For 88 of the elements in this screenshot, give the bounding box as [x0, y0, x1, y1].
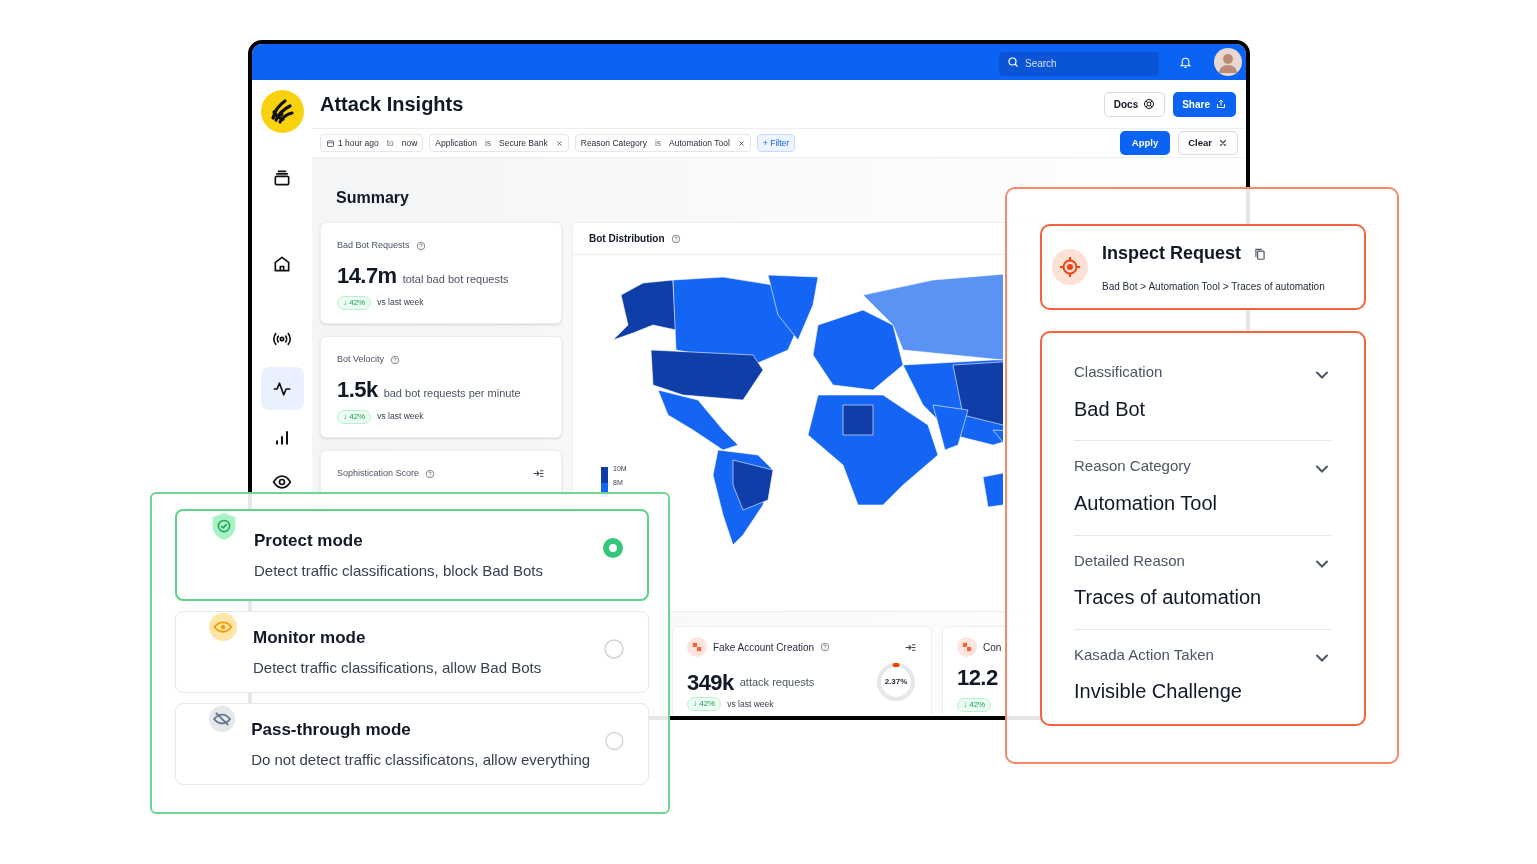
mode-description: Detect traffic classifications, block Bad Bots: [254, 560, 544, 581]
card-title: Con: [983, 640, 1002, 655]
attack-icon: [957, 637, 977, 657]
layers-icon: [272, 168, 292, 188]
radio-button[interactable]: [604, 639, 624, 659]
attack-unit: attack requests: [739, 674, 815, 690]
close-icon: [555, 139, 563, 147]
metric-label: Sophistication Score: [337, 467, 420, 480]
radio-button[interactable]: [603, 538, 623, 558]
metric-unit: bad bot requests per minute: [383, 385, 521, 401]
change-badge: ↓ 42%: [337, 295, 372, 310]
share-button[interactable]: Share: [1173, 91, 1236, 117]
chip-operator: is: [654, 136, 662, 150]
radio-button[interactable]: [605, 731, 624, 751]
add-filter-button[interactable]: + Filter: [756, 134, 796, 152]
page-title: Attack Insights: [320, 92, 464, 117]
change-badge: ↓ 42%: [337, 409, 372, 424]
comparison-text: vs last week: [727, 697, 774, 711]
detail-value: Invisible Challenge: [1074, 679, 1243, 705]
filter-chip[interactable]: Reason Category is Automation Tool: [574, 134, 751, 152]
mode-option[interactable]: Protect mode Detect traffic classifications, block Bad Bots: [175, 509, 649, 601]
time-from: 1 hour ago: [338, 136, 379, 150]
time-range-chip[interactable]: 1 hour ago to now: [320, 134, 424, 152]
mode-title: Monitor mode: [253, 627, 367, 649]
help-icon: [820, 642, 831, 652]
search-field[interactable]: Search: [999, 51, 1159, 76]
comparison-text: vs last week: [377, 296, 424, 309]
chip-operator: is: [484, 136, 492, 150]
close-icon: [1218, 138, 1228, 148]
clear-button[interactable]: Clear: [1178, 131, 1238, 155]
change-badge: ↓ 42%: [957, 698, 992, 712]
attack-icon: [687, 637, 707, 657]
home-icon: [272, 254, 292, 274]
detail-value: Automation Tool: [1074, 490, 1219, 516]
detail-label: Classification: [1074, 362, 1164, 382]
hand-logo[interactable]: [260, 90, 304, 133]
target-icon: [1052, 249, 1088, 285]
help-icon: [415, 240, 426, 251]
apply-button[interactable]: Apply: [1119, 131, 1171, 155]
change-badge: ↓ 42%: [687, 697, 722, 711]
docs-button[interactable]: Docs: [1103, 91, 1166, 117]
time-to: now: [401, 136, 418, 150]
metric-value: 1.5k: [337, 375, 378, 404]
metric-value: 14.7m: [337, 261, 397, 290]
time-joiner: to: [386, 136, 394, 150]
sidebar-item[interactable]: [260, 367, 304, 410]
detail-label: Kasada Action Taken: [1074, 644, 1215, 665]
card-title: Fake Account Creation: [713, 640, 815, 655]
share-icon: [1215, 98, 1227, 110]
copy-icon[interactable]: [1253, 246, 1268, 261]
chip-field: Application: [435, 136, 477, 150]
metric-label: Bot Velocity: [337, 353, 385, 366]
attack-value: 12.2: [957, 664, 998, 692]
detail-label: Reason Category: [1074, 456, 1192, 477]
lifebuoy-icon: [1143, 98, 1156, 110]
detail-label: Detailed Reason: [1074, 550, 1186, 571]
help-icon: [670, 233, 681, 244]
avatar[interactable]: [1214, 48, 1242, 76]
mode-description: Detect traffic classifications, allow Bad Bots: [253, 657, 543, 678]
calendar-icon: [326, 138, 335, 148]
help-icon: [425, 468, 436, 479]
breadcrumb: Bad Bot > Automation Tool > Traces of automation: [1102, 280, 1325, 294]
mode-title: Pass-through mode: [251, 719, 412, 741]
eye-icon: [272, 472, 292, 492]
search-icon: [1007, 56, 1019, 68]
chip-field: Reason Category: [580, 136, 647, 150]
chip-value: Secure Bank: [499, 136, 548, 150]
mode-title: Protect mode: [254, 530, 364, 552]
detail-value: Bad Bot: [1074, 396, 1147, 422]
bell-icon[interactable]: [1179, 55, 1192, 69]
comparison-text: vs last week: [377, 410, 424, 423]
metric-label: Bad Bot Requests: [337, 239, 410, 252]
card-title: Bot Distribution: [589, 232, 665, 246]
chip-value: Automation Tool: [669, 136, 730, 150]
mode-option[interactable]: Pass-through mode Do not detect traffic classificatons, allow everything: [175, 703, 649, 785]
metric-unit: total bad bot requests: [402, 271, 509, 287]
help-icon: [390, 354, 401, 365]
section-title: Summary: [336, 188, 410, 208]
filter-chip[interactable]: Application is Secure Bank: [429, 134, 569, 152]
attack-value: 349k: [687, 668, 734, 697]
mode-description: Do not detect traffic classificatons, allow everything: [251, 749, 591, 770]
detail-value: Traces of automation: [1074, 585, 1263, 610]
ring-value: 2.37%: [884, 676, 908, 688]
eye-off-icon: [208, 704, 237, 734]
inspect-title: Inspect Request: [1102, 242, 1242, 265]
mode-option[interactable]: Monitor mode Detect traffic classifications, allow Bad Bots: [175, 611, 649, 693]
eye-icon: [208, 612, 238, 642]
close-icon: [737, 139, 745, 147]
